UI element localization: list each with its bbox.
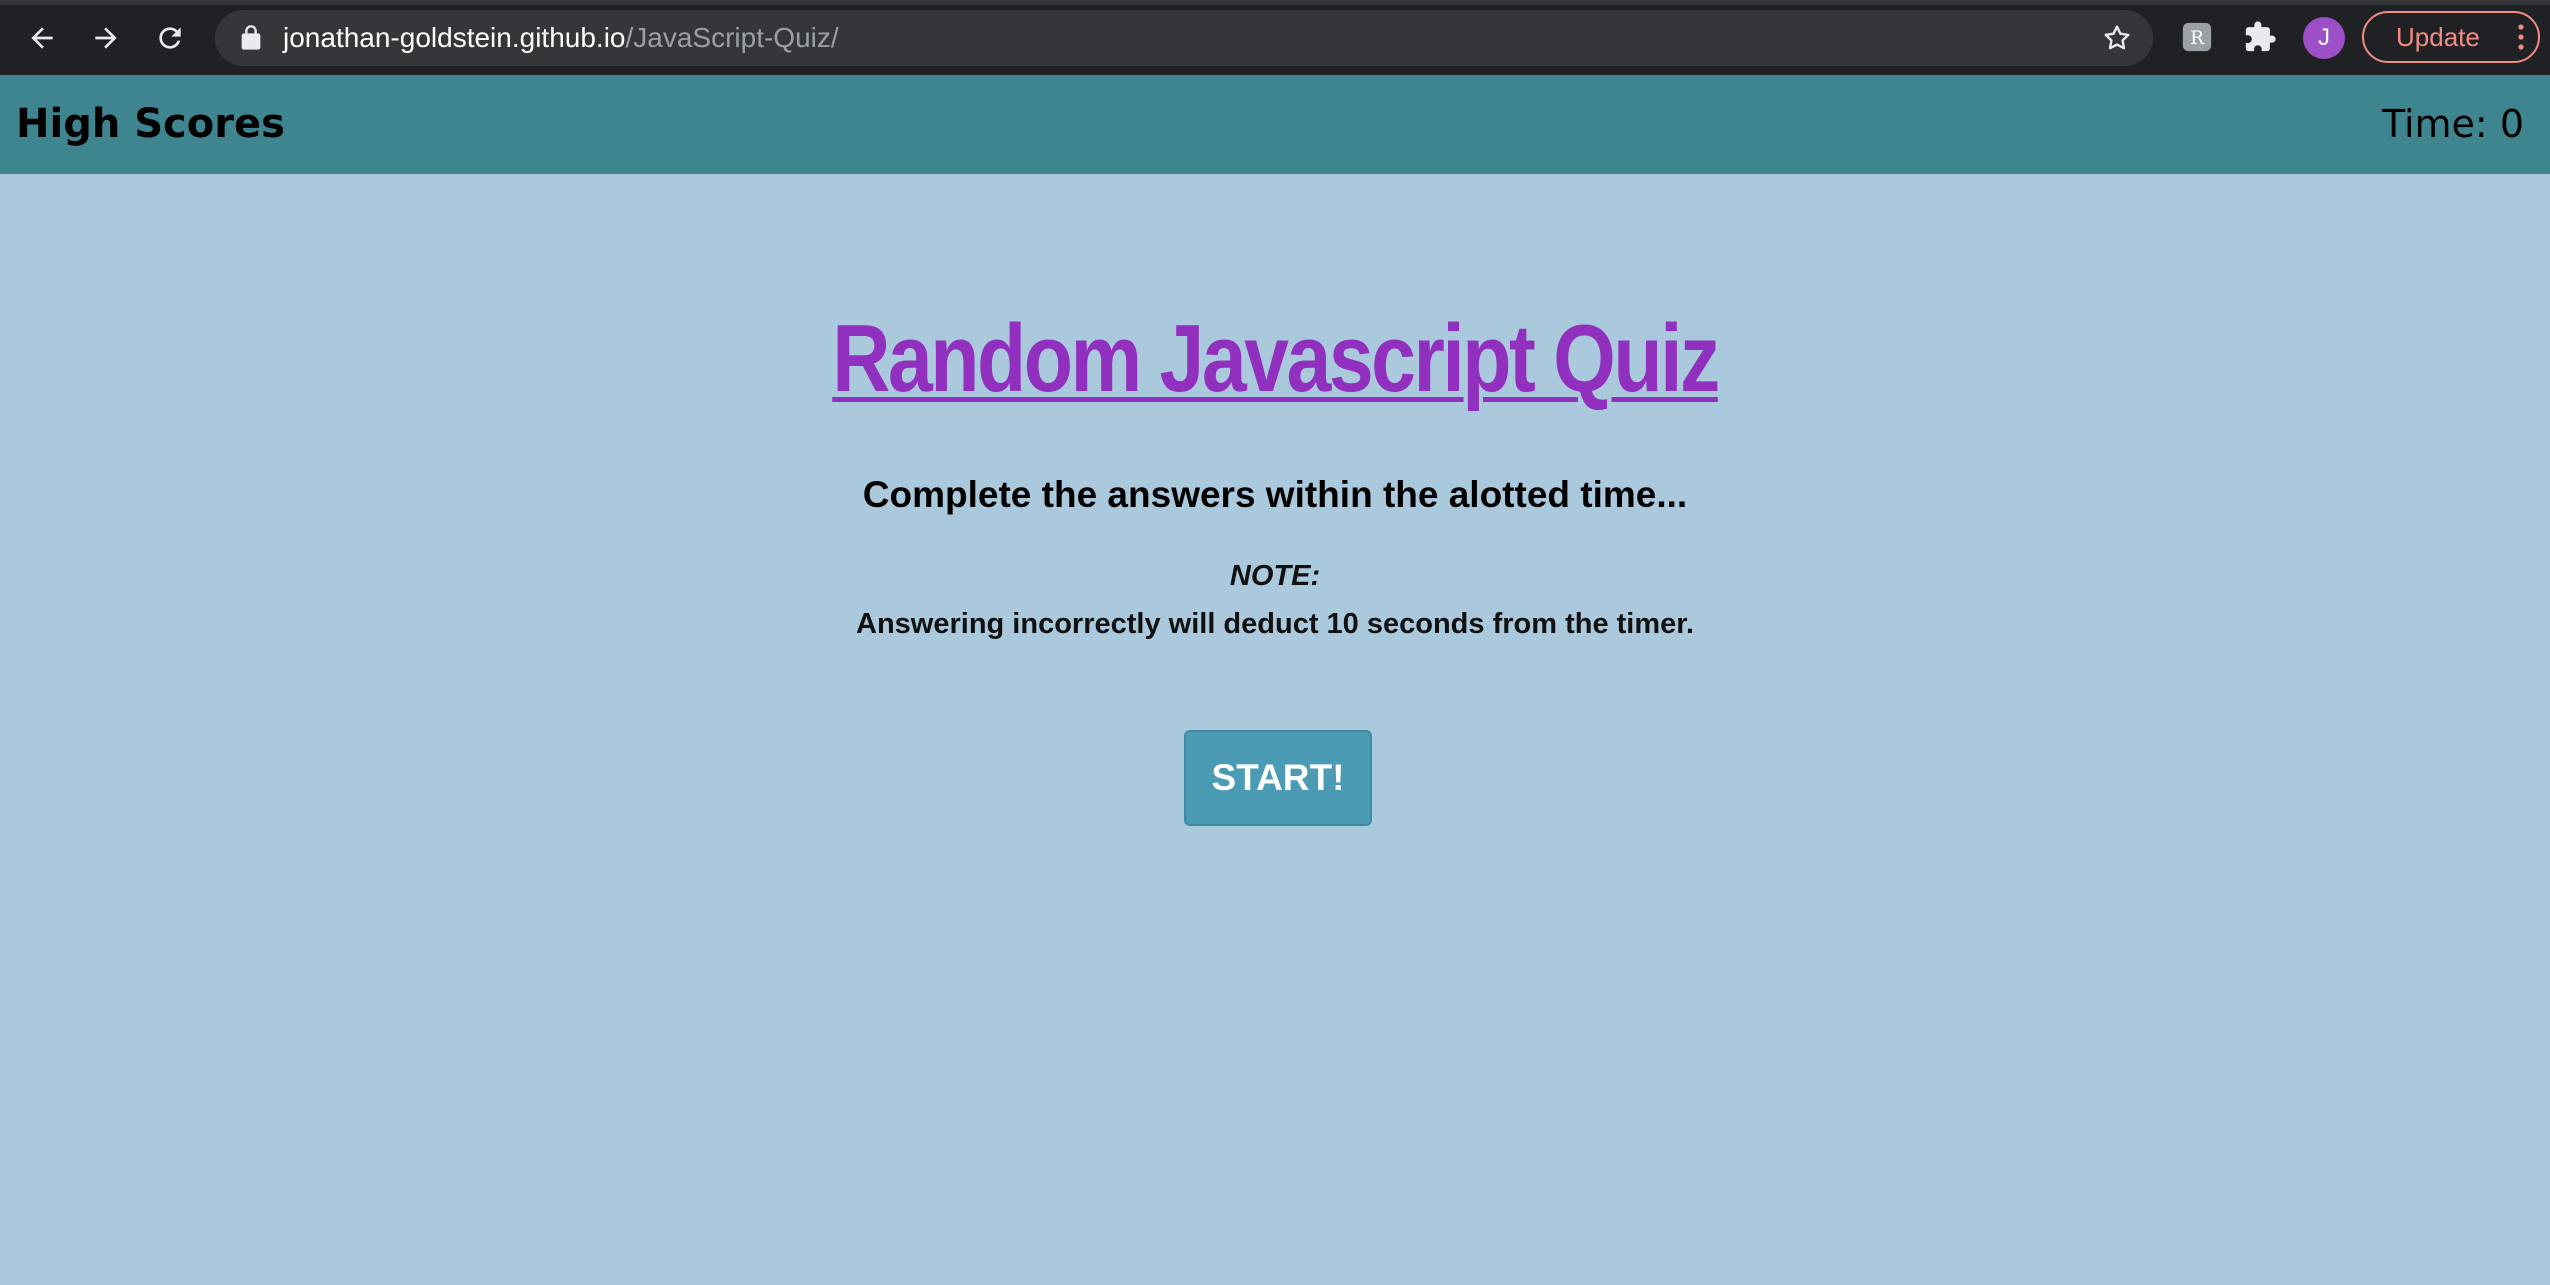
note-label: NOTE: xyxy=(1229,560,1321,592)
instructions-text: Complete the answers within the alotted … xyxy=(862,474,1688,515)
timer-display: Time: 0 xyxy=(2381,102,2524,146)
svg-text:R: R xyxy=(2190,28,2205,49)
page-header: High Scores Time: 0 xyxy=(0,75,2550,174)
puzzle-icon[interactable] xyxy=(2243,20,2277,54)
url-host: jonathan-goldstein.github.io xyxy=(283,22,626,53)
tab-strip-edge xyxy=(0,0,2550,5)
url-path: /JavaScript-Quiz/ xyxy=(625,22,839,53)
high-scores-link[interactable]: High Scores xyxy=(16,75,285,174)
reload-icon xyxy=(159,27,181,49)
forward-arrow-icon xyxy=(95,27,117,49)
forward-button[interactable] xyxy=(86,18,126,58)
back-button[interactable] xyxy=(22,18,62,58)
back-arrow-icon xyxy=(31,27,53,49)
url-text[interactable]: jonathan-goldstein.github.io/JavaScript-… xyxy=(283,10,839,66)
address-bar[interactable]: jonathan-goldstein.github.io/JavaScript-… xyxy=(215,10,2153,66)
menu-dots-icon xyxy=(2518,24,2524,50)
star-icon[interactable] xyxy=(2101,22,2133,54)
page-title: Random Javascript Quiz xyxy=(832,305,1720,412)
browser-toolbar: jonathan-goldstein.github.io/JavaScript-… xyxy=(0,0,2550,75)
update-label: Update xyxy=(2396,22,2480,52)
extension-icon[interactable]: R xyxy=(2180,20,2214,54)
update-button[interactable]: Update xyxy=(2362,11,2540,63)
lock-icon xyxy=(241,25,261,50)
profile-avatar[interactable]: J xyxy=(2303,17,2345,59)
reload-button[interactable] xyxy=(150,18,190,58)
start-button[interactable]: START! xyxy=(1184,730,1372,826)
note-text: Answering incorrectly will deduct 10 sec… xyxy=(856,608,1694,640)
quiz-intro: Random Javascript Quiz Complete the answ… xyxy=(0,174,2550,1285)
